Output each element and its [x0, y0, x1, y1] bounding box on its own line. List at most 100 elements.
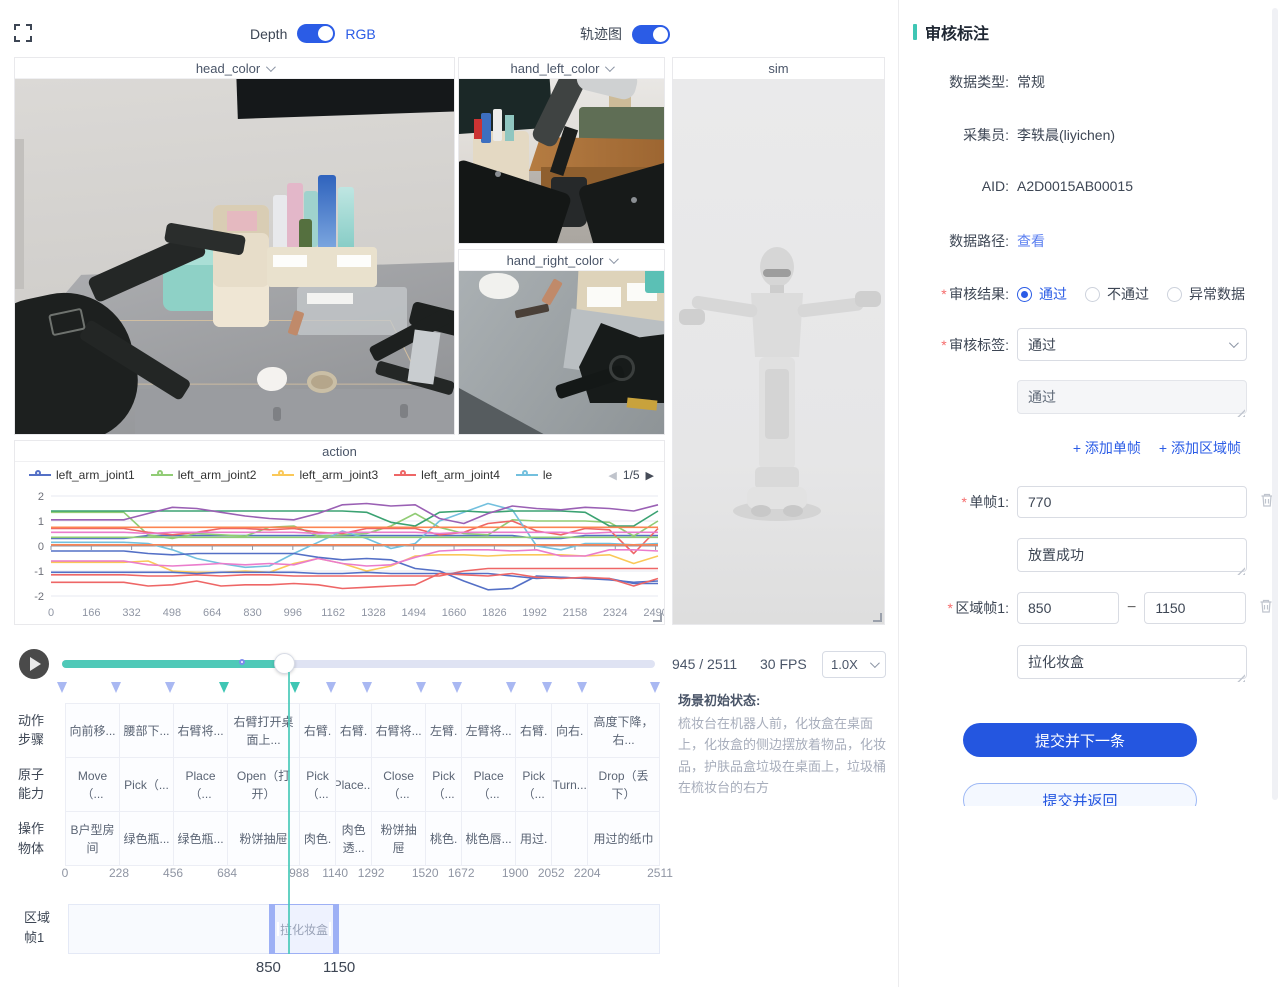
region-handle-right[interactable] — [329, 922, 331, 936]
hand-right-camera-selector[interactable]: hand_right_color — [459, 250, 664, 271]
step-cell[interactable]: 左臂. — [425, 704, 461, 757]
panel-scrollbar[interactable] — [1272, 8, 1278, 800]
step-cell[interactable]: 腰部下... — [119, 704, 173, 757]
single-frame-note-textarea[interactable]: 放置成功 — [1017, 538, 1247, 572]
speed-select[interactable]: 1.0X — [822, 651, 886, 678]
review-result-label: *审核结果: — [899, 284, 1009, 304]
radio-option-异常数据[interactable]: 异常数据 — [1167, 284, 1245, 304]
single-frame-input[interactable] — [1017, 486, 1247, 518]
step-cell[interactable]: 右臂. — [515, 704, 551, 757]
timeline-marker[interactable] — [452, 682, 462, 693]
radio-option-不通过[interactable]: 不通过 — [1085, 284, 1149, 304]
timeline-marker[interactable] — [219, 682, 229, 693]
add-frame-links: + 添加单帧 + 添加区域帧 — [899, 438, 1280, 458]
timeline-marker[interactable] — [506, 682, 516, 693]
seek-handle[interactable] — [274, 653, 295, 674]
svg-text:2324: 2324 — [603, 607, 627, 619]
step-cell[interactable]: 向前移... — [65, 704, 119, 757]
step-cell[interactable]: Pick（... — [515, 758, 551, 811]
sim-title-bar: sim — [673, 58, 884, 79]
step-cell[interactable]: Place（... — [461, 758, 515, 811]
step-cell[interactable]: 桃色. — [425, 812, 461, 865]
fullscreen-icon[interactable] — [14, 24, 32, 42]
region-end-input[interactable] — [1144, 592, 1246, 624]
timeline-marker[interactable] — [165, 682, 175, 693]
step-cell[interactable]: Close（... — [371, 758, 425, 811]
legend-item-le[interactable]: le — [516, 468, 552, 482]
step-cell[interactable]: Place（... — [173, 758, 227, 811]
timeline-marker[interactable] — [326, 682, 336, 693]
step-cell[interactable]: B户型房间 — [65, 812, 119, 865]
step-cell[interactable]: 肉色透... — [335, 812, 371, 865]
rgb-label: RGB — [345, 26, 375, 42]
step-cell[interactable]: 肉色. — [299, 812, 335, 865]
step-cell[interactable]: 粉饼抽屉 — [371, 812, 425, 865]
powder-compact — [307, 371, 337, 393]
submit-back-button[interactable]: 提交并返回 — [963, 783, 1197, 806]
steps-row-label: 动作步骤 — [14, 703, 65, 757]
timeline-marker[interactable] — [362, 682, 372, 693]
step-cell[interactable]: 绿色瓶... — [173, 812, 227, 865]
resize-handle-icon[interactable] — [873, 613, 882, 622]
step-cell[interactable]: Turn... — [551, 758, 587, 811]
legend-next-icon[interactable]: ▶ — [646, 469, 654, 482]
legend-symbol-icon — [394, 470, 416, 480]
step-cell[interactable]: 桃色唇... — [461, 812, 515, 865]
seek-bar[interactable] — [62, 660, 655, 668]
step-cell[interactable]: Drop（丢下） — [587, 758, 660, 811]
step-cell[interactable]: Pick（... — [119, 758, 173, 811]
legend-item-left_arm_joint2[interactable]: left_arm_joint2 — [151, 468, 257, 482]
region-handle-left[interactable] — [277, 922, 279, 936]
region-track[interactable]: 拉化妆盒 — [68, 904, 660, 954]
legend-item-left_arm_joint4[interactable]: left_arm_joint4 — [394, 468, 500, 482]
tag-note-textarea[interactable]: 通过 — [1017, 380, 1247, 414]
red-bottle — [474, 119, 482, 139]
step-cell[interactable]: 向右. — [551, 704, 587, 757]
resize-handle-icon[interactable] — [653, 613, 662, 622]
region-range-box[interactable]: 拉化妆盒 — [269, 904, 339, 954]
depth-rgb-toggle[interactable] — [297, 24, 335, 43]
step-cell[interactable]: 用过的纸巾 — [587, 812, 660, 865]
legend-item-left_arm_joint3[interactable]: left_arm_joint3 — [272, 468, 378, 482]
chevron-down-icon — [266, 62, 276, 72]
legend-prev-icon[interactable]: ◀ — [608, 469, 616, 482]
timeline-marker[interactable] — [111, 682, 121, 693]
step-cell[interactable]: 右臂将... — [173, 704, 227, 757]
radio-option-通过[interactable]: 通过 — [1017, 284, 1067, 304]
step-cell[interactable]: 右臂. — [335, 704, 371, 757]
timeline-marker[interactable] — [542, 682, 552, 693]
step-cell[interactable]: Pick（... — [299, 758, 335, 811]
trajectory-toggle[interactable] — [632, 25, 670, 44]
step-cell[interactable]: Place... — [335, 758, 371, 811]
hand-left-camera-selector[interactable]: hand_left_color — [459, 58, 664, 79]
step-cell[interactable]: Pick（... — [425, 758, 461, 811]
step-cell[interactable] — [551, 812, 587, 865]
data-path-link[interactable]: 查看 — [1017, 231, 1045, 251]
legend-item-left_arm_joint1[interactable]: left_arm_joint1 — [29, 468, 135, 482]
add-single-frame-link[interactable]: + 添加单帧 — [1073, 438, 1141, 458]
single-frame-marker[interactable] — [239, 659, 245, 665]
timeline-marker[interactable] — [577, 682, 587, 693]
add-region-frame-link[interactable]: + 添加区域帧 — [1159, 438, 1241, 458]
single-frame-row: *单帧1: — [899, 486, 1280, 518]
step-cell[interactable]: 用过. — [515, 812, 551, 865]
step-cell[interactable]: 左臂将... — [461, 704, 515, 757]
timeline-marker[interactable] — [290, 682, 300, 693]
step-cell[interactable]: 高度下降，右... — [587, 704, 660, 757]
region-axis: 850 1150 — [68, 959, 660, 977]
data-type-value: 常规 — [1017, 72, 1045, 92]
step-cell[interactable]: 绿色瓶... — [119, 812, 173, 865]
timeline-marker[interactable] — [57, 682, 67, 693]
region-note-textarea[interactable]: 拉化妆盒 — [1017, 645, 1247, 679]
timeline-marker[interactable] — [650, 682, 660, 693]
submit-next-button[interactable]: 提交并下一条 — [963, 723, 1197, 757]
review-tag-select[interactable]: 通过 — [1017, 328, 1247, 361]
timeline-marker[interactable] — [416, 682, 426, 693]
review-panel-title: 审核标注 — [913, 20, 989, 44]
step-cell[interactable]: Move（... — [65, 758, 119, 811]
head-camera-selector[interactable]: head_color — [15, 58, 454, 79]
step-cell[interactable]: 右臂将... — [371, 704, 425, 757]
region-start-input[interactable] — [1017, 592, 1119, 624]
play-button[interactable] — [19, 649, 49, 679]
step-cell[interactable]: 右臂. — [299, 704, 335, 757]
